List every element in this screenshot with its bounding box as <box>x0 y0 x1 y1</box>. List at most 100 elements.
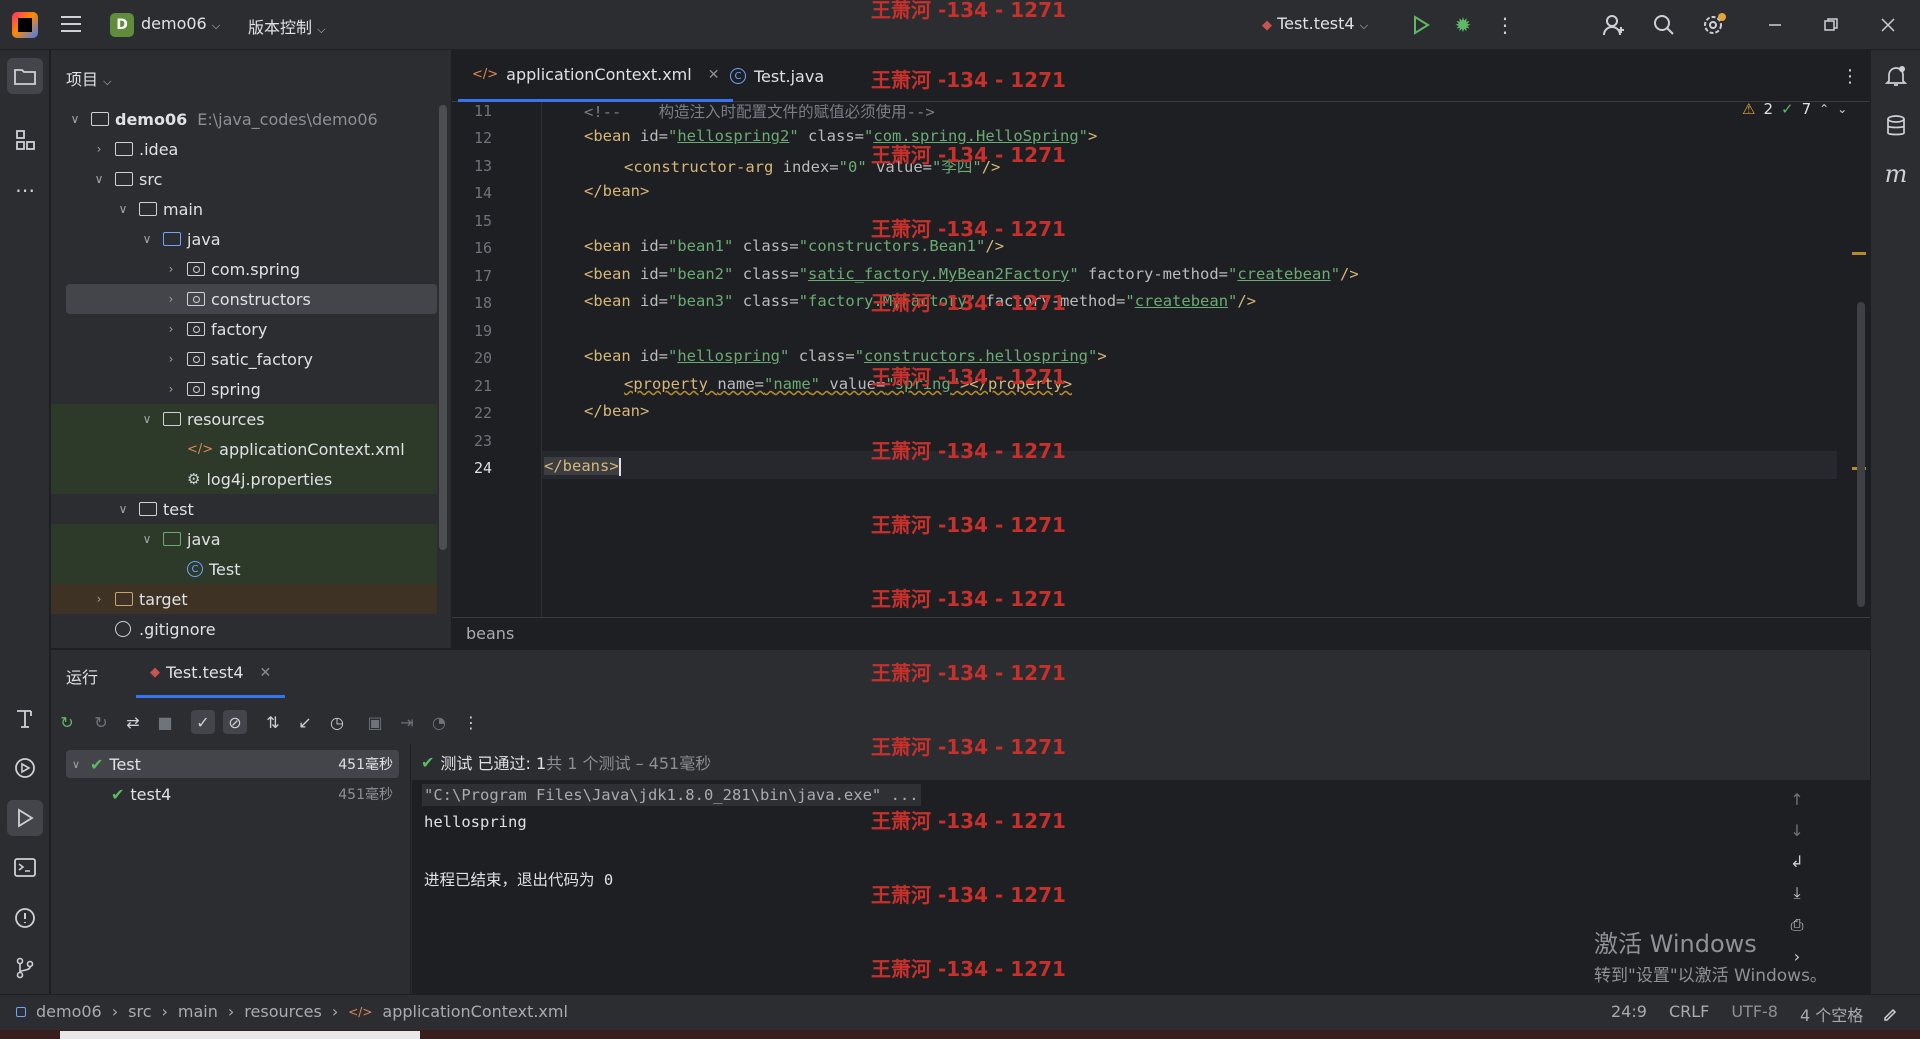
arrow-up-icon[interactable]: ↑ <box>1790 790 1803 809</box>
build-tool-icon[interactable] <box>7 700 43 736</box>
chevron-down-icon[interactable]: ⌄ <box>1837 102 1847 116</box>
breadcrumb-item[interactable]: resources <box>244 1002 322 1021</box>
restore-icon[interactable] <box>1818 12 1844 38</box>
watermark-text: 王萧河 -134 - 1271 <box>871 217 1066 241</box>
project-tool-icon[interactable] <box>7 58 43 94</box>
tree-node-com-spring[interactable]: › com.spring <box>51 254 437 284</box>
more-tools-icon[interactable]: ⋯ <box>7 172 43 208</box>
chevron-right-icon: › <box>168 352 174 366</box>
tree-node-target[interactable]: › target <box>51 584 437 614</box>
tree-node-satic-factory[interactable]: › satic_factory <box>51 344 437 374</box>
tree-node-constructors[interactable]: › constructors <box>66 284 437 314</box>
caret-position[interactable]: 24:9 <box>1611 1002 1647 1026</box>
rerun-icon[interactable]: ↻ <box>55 710 79 734</box>
stop-icon[interactable]: ■ <box>153 710 177 734</box>
maven-icon[interactable]: m <box>1878 156 1914 192</box>
indent-setting[interactable]: 4 个空格 <box>1800 1002 1863 1026</box>
test-node-test4[interactable]: ✔ test4 451毫秒 <box>66 780 399 808</box>
scroll-to-end-icon[interactable]: ⤓ <box>1793 883 1800 903</box>
arrow-down-icon[interactable]: ↓ <box>1790 821 1803 840</box>
code-token: bean1 <box>677 237 725 255</box>
run-tool-icon[interactable] <box>7 800 43 836</box>
sort-icon[interactable]: ⇅ <box>261 710 285 734</box>
settings-icon[interactable] <box>1701 12 1727 38</box>
tree-node-java-test[interactable]: ∨ java <box>51 524 437 554</box>
project-panel-title[interactable]: 项目 ⌵ <box>66 66 111 90</box>
chevron-up-icon[interactable]: ⌃ <box>1819 102 1829 116</box>
problems-tool-icon[interactable] <box>7 900 43 936</box>
project-scrollbar[interactable] <box>439 105 447 550</box>
tree-node-gitignore[interactable]: .gitignore <box>51 614 437 644</box>
project-selector[interactable]: demo06 ⌵ <box>141 14 220 33</box>
tree-node-test-class[interactable]: C Test <box>51 554 437 584</box>
tree-node-idea[interactable]: › .idea <box>51 134 437 164</box>
tree-node-test[interactable]: ∨ test <box>51 494 437 524</box>
soft-wrap-icon[interactable]: ↲ <box>1790 852 1803 871</box>
main-menu-icon[interactable] <box>60 14 82 34</box>
minimize-icon[interactable] <box>1762 12 1788 38</box>
tree-node-factory[interactable]: › factory <box>51 314 437 344</box>
test-name: Test <box>109 754 141 774</box>
tree-node-main[interactable]: ∨ main <box>51 194 437 224</box>
tree-node-src[interactable]: ∨ src <box>51 164 437 194</box>
run-config-selector[interactable]: ◆ Test.test4 ⌵ <box>1262 14 1368 33</box>
editor-scrollbar[interactable] <box>1857 302 1865 607</box>
more-actions-icon[interactable]: ⋮ <box>1493 13 1517 37</box>
code-token: 0 <box>847 158 858 176</box>
test-config-icon: ◆ <box>1262 18 1272 33</box>
run-icon[interactable] <box>1409 13 1433 37</box>
chevron-down-icon: ∨ <box>71 757 81 771</box>
more-actions-icon[interactable]: ⋮ <box>459 710 483 734</box>
watermark-text: 王萧河 -134 - 1271 <box>871 883 1066 907</box>
tab-application-context[interactable]: </> applicationContext.xml ✕ <box>458 50 734 102</box>
show-ignored-icon[interactable]: ⊘ <box>223 710 247 734</box>
breadcrumb-item[interactable]: main <box>178 1002 218 1021</box>
properties-file-icon: ⚙ <box>187 470 201 488</box>
notifications-icon[interactable] <box>1878 58 1914 94</box>
editor-more-icon[interactable]: ⋮ <box>1838 64 1862 88</box>
coverage-icon[interactable]: ◔ <box>427 710 451 734</box>
inspection-widget[interactable]: ⚠ 2 ✓ 7 ⌃ ⌄ <box>1742 100 1847 118</box>
code-editor[interactable]: 11 12 13 14 15 16 17 18 19 20 21 22 23 2… <box>452 100 1870 617</box>
toggle-auto-test-icon[interactable]: ⇄ <box>121 710 145 734</box>
history-icon[interactable]: ◷ <box>325 710 349 734</box>
tree-node-log4j[interactable]: ⚙ log4j.properties <box>51 464 437 494</box>
collapse-all-icon[interactable]: ↙ <box>293 710 317 734</box>
line-separator[interactable]: CRLF <box>1669 1002 1709 1026</box>
line-number: 18 <box>473 294 492 312</box>
warning-marker[interactable] <box>1852 252 1866 255</box>
tree-node-resources[interactable]: ∨ resources <box>51 404 437 434</box>
warning-icon: ⚠ <box>1742 100 1756 118</box>
vcs-menu[interactable]: 版本控制 ⌵ <box>248 14 325 38</box>
show-passed-icon[interactable]: ✓ <box>191 710 215 734</box>
debug-icon[interactable]: ✹ <box>1451 13 1475 37</box>
tab-test-java[interactable]: C Test.java <box>716 50 838 102</box>
tree-node-java-main[interactable]: ∨ java <box>51 224 437 254</box>
editor-breadcrumb[interactable]: beans <box>466 624 514 643</box>
search-icon[interactable] <box>1651 12 1677 38</box>
terminal-tool-icon[interactable] <box>7 850 43 886</box>
breadcrumb-item[interactable]: src <box>128 1002 151 1021</box>
test-node-test-class[interactable]: ∨ ✔ Test 451毫秒 <box>66 750 399 778</box>
add-user-icon[interactable] <box>1601 12 1627 38</box>
line-gutter: 11 12 13 14 15 16 17 18 19 20 21 22 23 2… <box>452 102 542 617</box>
database-icon[interactable] <box>1878 108 1914 144</box>
breadcrumb-item[interactable]: demo06 <box>36 1002 102 1021</box>
close-window-icon[interactable] <box>1875 12 1901 38</box>
import-tests-icon[interactable]: ⇥ <box>395 710 419 734</box>
tree-node-application-context[interactable]: </> applicationContext.xml <box>51 434 437 464</box>
structure-tool-icon[interactable] <box>7 122 43 158</box>
tree-node-demo06[interactable]: ∨ demo06 E:\java_codes\demo06 <box>51 104 437 134</box>
close-tab-icon[interactable]: ✕ <box>260 665 272 681</box>
rerun-failed-icon[interactable]: ↻ <box>89 710 113 734</box>
tree-node-spring[interactable]: › spring <box>51 374 437 404</box>
services-tool-icon[interactable] <box>7 750 43 786</box>
git-tool-icon[interactable] <box>7 950 43 986</box>
file-encoding[interactable]: UTF-8 <box>1731 1002 1778 1026</box>
run-tab-test4[interactable]: ◆ Test.test4 ✕ <box>136 650 286 698</box>
project-name: demo06 <box>141 14 207 33</box>
line-number: 20 <box>473 349 492 367</box>
screenshot-icon[interactable]: ▣ <box>363 710 387 734</box>
breadcrumb-item[interactable]: applicationContext.xml <box>382 1002 568 1021</box>
lock-icon[interactable] <box>1880 1003 1900 1023</box>
